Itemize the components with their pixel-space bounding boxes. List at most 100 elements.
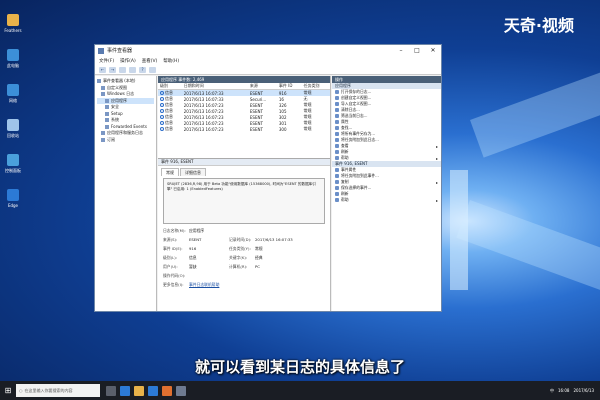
log-folder-icon	[101, 85, 105, 90]
watermark-logo: 天奇·视频	[503, 16, 574, 35]
action-icon	[335, 174, 339, 178]
view-icon[interactable]	[149, 66, 156, 73]
desktop-app-icon	[7, 119, 19, 131]
property-label	[229, 228, 255, 234]
property-label	[229, 282, 255, 288]
search-placeholder: 在这里输入你要搜索的内容	[24, 387, 73, 393]
desktop-icon[interactable]: 网络	[2, 84, 24, 104]
cell-text: 信息	[165, 108, 173, 113]
log-folder-icon	[105, 98, 109, 103]
table-cell: ESENT	[248, 126, 277, 132]
navigation-tree[interactable]: 事件查看器 (本地) 自定义视图 Windows 日志 应用程序 安全 Setup 系统 Fo…	[95, 76, 157, 311]
system-tray: 中 16:08 2017/6/13	[550, 388, 600, 394]
cell-text: 信息	[165, 96, 173, 101]
tree-item-label: Windows 日志	[107, 91, 135, 97]
submenu-arrow-icon: ▸	[435, 197, 438, 203]
task-view-icon[interactable]	[106, 385, 116, 396]
online-help-link[interactable]: 事件日志联机帮助	[189, 282, 229, 288]
info-icon	[160, 97, 164, 101]
log-folder-icon	[101, 137, 105, 142]
tree-item-label: 应用程序和服务日志	[107, 130, 143, 136]
property-label: 来源(S):	[163, 237, 178, 242]
cell-text: 302	[278, 114, 287, 120]
cell-text: 2017/6/13 16:07:23	[183, 114, 224, 120]
event-table[interactable]: 级别 日期和时间 来源 事件 ID 任务类别 信息 2017/6/13 16:07:33 E…	[158, 83, 330, 132]
menu-view[interactable]: 查看(V)	[142, 58, 158, 64]
taskbar-search[interactable]: ○ 在这里输入你要搜索的内容	[16, 384, 100, 397]
desktop-icon[interactable]: Feathers	[2, 14, 24, 33]
action-icon	[335, 198, 339, 202]
property-label: 操作代码(O):	[163, 273, 186, 278]
desktop-icon[interactable]: 回收站	[2, 119, 24, 139]
desktop-icon[interactable]: 控制面板	[2, 154, 24, 174]
language-indicator[interactable]: 中	[550, 388, 554, 394]
action-icon	[335, 192, 339, 196]
submenu-arrow-icon: ▸	[435, 179, 438, 185]
forward-icon[interactable]: →	[109, 66, 116, 73]
tree-item-label: 订阅	[107, 136, 115, 142]
table-cell: 2017/6/13 16:07:23	[182, 126, 248, 132]
file-explorer-icon[interactable]	[134, 385, 144, 396]
table-row[interactable]: 信息 2017/6/13 16:07:23 ESENT 300 常规	[158, 126, 330, 132]
cell-text: Securi...	[249, 96, 267, 102]
back-icon[interactable]: ←	[99, 66, 106, 73]
cell-text: 信息	[165, 102, 173, 107]
cell-text: 常规	[303, 114, 312, 119]
cell-text: 301	[278, 120, 287, 126]
event-viewer-taskbar-icon[interactable]	[176, 385, 186, 396]
property-value	[255, 282, 295, 288]
clock-date[interactable]: 2017/6/13	[573, 388, 594, 393]
menu-action[interactable]: 操作(A)	[120, 58, 136, 64]
info-icon	[160, 121, 164, 125]
info-icon	[160, 109, 164, 113]
minimize-button[interactable]: –	[393, 47, 409, 54]
desktop-icon-label: 此电脑	[7, 63, 19, 68]
help-icon[interactable]: ?	[139, 66, 146, 73]
action-icon	[335, 90, 339, 94]
property-value: 常规	[255, 246, 263, 251]
desktop-icon[interactable]: 此电脑	[2, 49, 24, 69]
tree-item-label: 事件查看器 (本地)	[103, 78, 136, 84]
cell-text: 常规	[303, 90, 312, 95]
folder-icon[interactable]	[119, 66, 126, 73]
actions-header: 操作	[332, 76, 441, 83]
desktop-icon-label: Edge	[7, 203, 19, 208]
windows-start-icon[interactable]: ⊞	[0, 381, 16, 400]
property-value: 暂缺	[189, 264, 197, 269]
desktop-icon-label: 控制面板	[5, 168, 21, 173]
cell-text: 常规	[303, 108, 312, 113]
cell-text: ESENT	[249, 108, 263, 114]
action-icon	[335, 108, 339, 112]
clock-time[interactable]: 16:08	[558, 388, 570, 393]
action-label: 帮助	[341, 197, 349, 202]
tab-general[interactable]: 常规	[161, 168, 179, 176]
property-label: 计算机(R):	[229, 264, 248, 269]
store-icon[interactable]	[148, 385, 158, 396]
properties-icon[interactable]	[129, 66, 136, 73]
event-viewer-window[interactable]: 事件查看器 – □ ✕ 文件(F) 操作(A) 查看(V) 帮助(H) ← → …	[94, 44, 442, 312]
menu-file[interactable]: 文件(F)	[99, 58, 114, 64]
cell-text: 无	[303, 96, 308, 101]
menu-help[interactable]: 帮助(H)	[163, 58, 179, 64]
cell-text: 300	[278, 126, 287, 132]
tree-item[interactable]: 订阅	[97, 137, 154, 144]
menu-bar: 文件(F) 操作(A) 查看(V) 帮助(H)	[95, 56, 441, 65]
title-bar[interactable]: 事件查看器 – □ ✕	[95, 45, 441, 56]
property-value: 应用程序	[189, 228, 205, 233]
app-icon[interactable]	[162, 385, 172, 396]
tab-details[interactable]: 详细信息	[180, 168, 206, 176]
cell-text: 信息	[165, 114, 173, 119]
property-label: 更多信息(I):	[163, 282, 184, 287]
close-button[interactable]: ✕	[425, 47, 441, 54]
action-item[interactable]: 帮助 ▸	[332, 197, 441, 203]
edge-icon[interactable]	[120, 385, 130, 396]
cell-text: 2017/6/13 16:07:23	[183, 102, 224, 108]
desktop-icon[interactable]: Edge	[2, 189, 24, 208]
maximize-button[interactable]: □	[409, 47, 425, 54]
property-label: 关键字(K):	[229, 255, 248, 260]
cell-text: 105	[278, 108, 287, 114]
log-folder-icon	[97, 79, 101, 84]
tree-item-label: Forwarded Events	[111, 124, 147, 130]
action-icon	[335, 132, 339, 136]
tree-item-label: 系统	[111, 117, 119, 123]
